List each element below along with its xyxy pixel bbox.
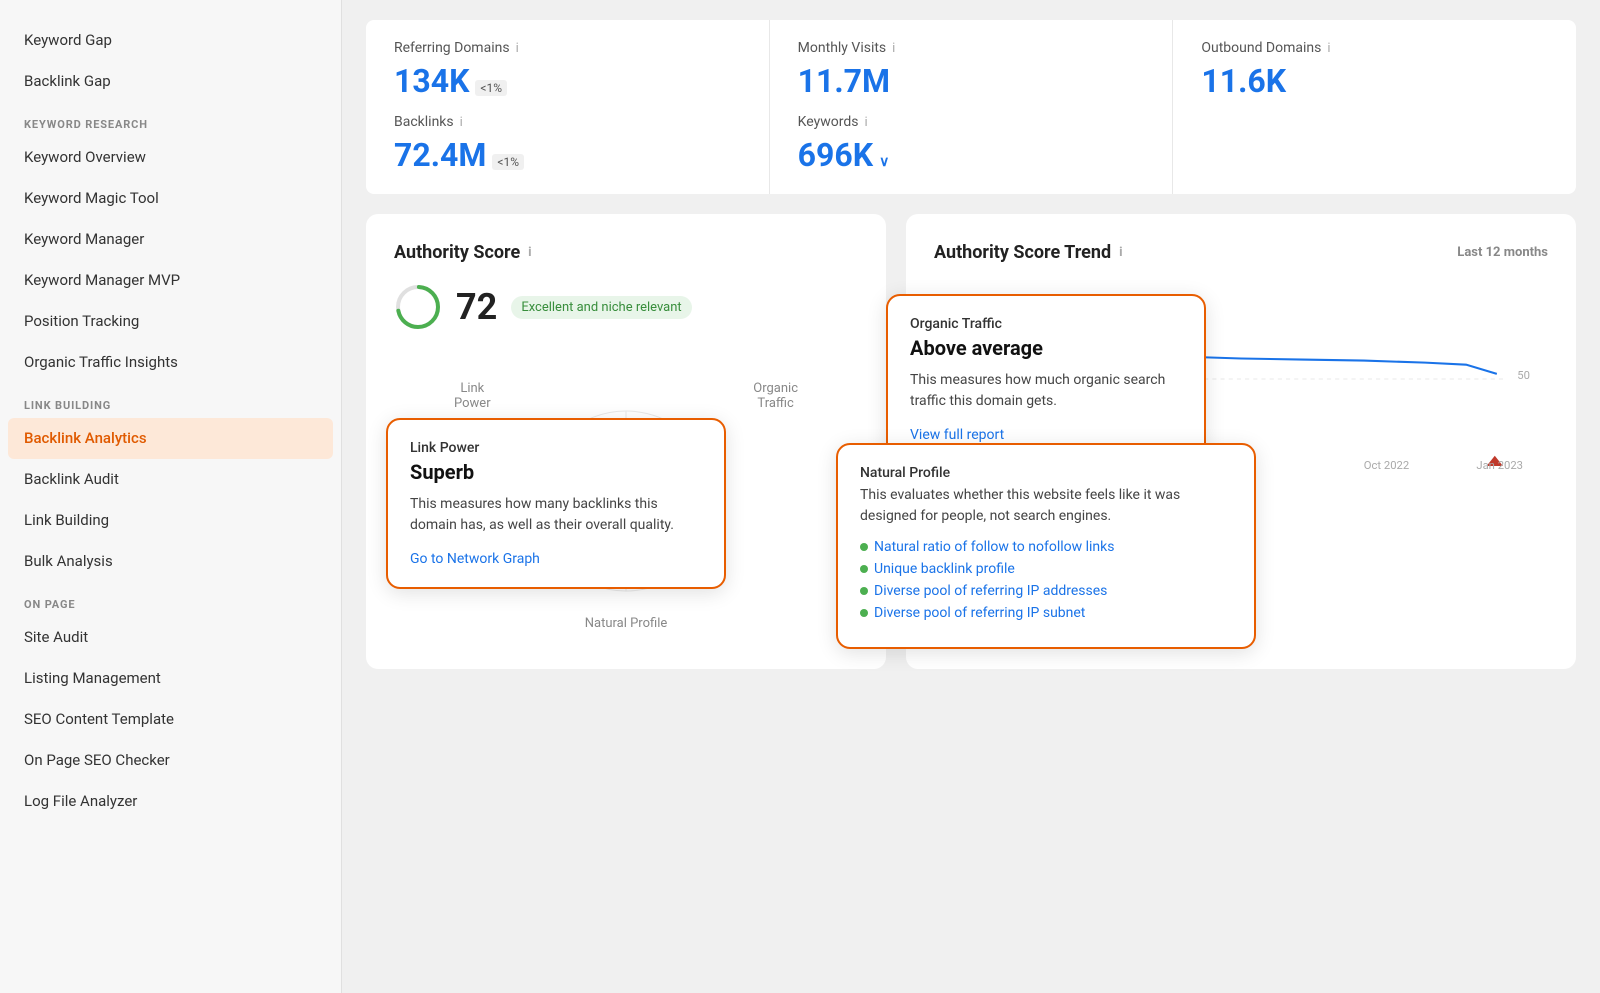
stat-backlinks-value: 72.4M <1% <box>394 136 741 174</box>
referring-domains-badge: <1% <box>475 80 507 96</box>
svg-text:50: 50 <box>1517 369 1530 382</box>
trend-title: Authority Score Trend i Last 12 months <box>934 242 1548 263</box>
natural-list-item-0[interactable]: Natural ratio of follow to nofollow link… <box>860 539 1232 555</box>
radar-label-link-power: LinkPower <box>454 381 491 411</box>
tooltip-link-power-title: Superb <box>410 460 702 484</box>
keywords-chevron[interactable]: ∨ <box>879 154 889 170</box>
tooltip-organic-traffic: Organic Traffic Above average This measu… <box>886 294 1206 465</box>
tooltip-natural-profile: Natural Profile This evaluates whether t… <box>836 443 1256 649</box>
main-content: Referring Domains i 134K <1% Backlinks i… <box>342 0 1600 993</box>
tooltip-link-power: Link Power Superb This measures how many… <box>386 418 726 589</box>
content-row: Authority Score i 72 Excellent and niche… <box>366 214 1576 669</box>
stat-referring-domains-label: Referring Domains i <box>394 40 741 56</box>
sidebar-item-listing[interactable]: Listing Management <box>0 658 341 699</box>
natural-dot-1 <box>860 565 868 573</box>
sidebar-item-organic-traffic-insights[interactable]: Organic Traffic Insights <box>0 342 341 383</box>
radar-label-organic-traffic: OrganicTraffic <box>753 381 798 411</box>
tooltip-link-power-desc: This measures how many backlinks this do… <box>410 494 702 536</box>
sidebar-item-keyword-manager-mvp[interactable]: Keyword Manager MVP <box>0 260 341 301</box>
stat-monthly-visits: Monthly Visits i 11.7M Keywords i 696K ∨ <box>770 20 1174 194</box>
sidebar-item-backlink-analytics[interactable]: Backlink Analytics <box>8 418 333 459</box>
sidebar-item-site-audit[interactable]: Site Audit <box>0 617 341 658</box>
trend-info-icon[interactable]: i <box>1119 245 1122 260</box>
section-label-on-page: ON PAGE <box>0 582 341 617</box>
stat-referring-domains: Referring Domains i 134K <1% Backlinks i… <box>366 20 770 194</box>
sidebar-item-keyword-manager[interactable]: Keyword Manager <box>0 219 341 260</box>
sidebar-section-link-building: LINK BUILDING Backlink Analytics Backlin… <box>0 383 341 582</box>
stat-keywords-label: Keywords i <box>798 114 1145 130</box>
sidebar-section-keyword-research: KEYWORD RESEARCH Keyword Overview Keywor… <box>0 102 341 383</box>
score-badge: Excellent and niche relevant <box>511 296 691 319</box>
score-circle-svg <box>394 283 442 331</box>
tooltip-organic-link[interactable]: View full report <box>910 427 1004 443</box>
section-label-keyword-research: KEYWORD RESEARCH <box>0 102 341 137</box>
natural-list-item-2[interactable]: Diverse pool of referring IP addresses <box>860 583 1232 599</box>
keywords-info-icon[interactable]: i <box>864 115 867 130</box>
tooltip-organic-desc: This measures how much organic search tr… <box>910 370 1182 412</box>
svg-text:Jan 2023: Jan 2023 <box>1476 459 1523 472</box>
backlinks-badge: <1% <box>492 154 524 170</box>
sidebar-item-keyword-overview[interactable]: Keyword Overview <box>0 137 341 178</box>
authority-score-info-icon[interactable]: i <box>528 245 531 260</box>
stat-outbound-domains-value: 11.6K <box>1201 62 1548 100</box>
score-row: 72 Excellent and niche relevant <box>394 283 858 331</box>
tooltip-organic-category: Organic Traffic <box>910 316 1182 332</box>
referring-domains-info-icon[interactable]: i <box>516 41 519 56</box>
stat-outbound-domains: Outbound Domains i 11.6K <box>1173 20 1576 194</box>
tooltip-organic-title: Above average <box>910 336 1182 360</box>
natural-dot-2 <box>860 587 868 595</box>
backlinks-info-icon[interactable]: i <box>460 115 463 130</box>
trend-period: Last 12 months <box>1457 245 1548 260</box>
stat-referring-domains-value: 134K <1% <box>394 62 741 100</box>
tooltip-link-power-link[interactable]: Go to Network Graph <box>410 551 540 567</box>
stat-backlinks-label: Backlinks i <box>394 114 741 130</box>
stats-row: Referring Domains i 134K <1% Backlinks i… <box>366 20 1576 194</box>
natural-dot-3 <box>860 609 868 617</box>
outbound-domains-info-icon[interactable]: i <box>1327 41 1330 56</box>
sidebar-item-backlink-gap[interactable]: Backlink Gap <box>0 61 341 102</box>
sidebar-item-position-tracking[interactable]: Position Tracking <box>0 301 341 342</box>
monthly-visits-info-icon[interactable]: i <box>892 41 895 56</box>
stat-outbound-domains-label: Outbound Domains i <box>1201 40 1548 56</box>
natural-list-item-1[interactable]: Unique backlink profile <box>860 561 1232 577</box>
tooltip-natural-desc: This evaluates whether this website feel… <box>860 485 1232 527</box>
stat-keywords-value: 696K ∨ <box>798 136 1145 174</box>
sidebar-item-bulk-analysis[interactable]: Bulk Analysis <box>0 541 341 582</box>
authority-score-title: Authority Score i <box>394 242 858 263</box>
sidebar-item-backlink-audit[interactable]: Backlink Audit <box>0 459 341 500</box>
tooltip-natural-category: Natural Profile <box>860 465 1232 481</box>
sidebar-item-on-page-seo-checker[interactable]: On Page SEO Checker <box>0 740 341 781</box>
tooltip-natural-list: Natural ratio of follow to nofollow link… <box>860 539 1232 621</box>
sidebar: Keyword Gap Backlink Gap KEYWORD RESEARC… <box>0 0 342 993</box>
stat-monthly-visits-value: 11.7M <box>798 62 1145 100</box>
radar-label-natural-profile: Natural Profile <box>585 616 668 631</box>
svg-text:Oct 2022: Oct 2022 <box>1364 459 1409 472</box>
tooltip-link-power-category: Link Power <box>410 440 702 456</box>
section-label-link-building: LINK BUILDING <box>0 383 341 418</box>
stat-monthly-visits-label: Monthly Visits i <box>798 40 1145 56</box>
sidebar-item-keyword-magic-tool[interactable]: Keyword Magic Tool <box>0 178 341 219</box>
natural-list-item-3[interactable]: Diverse pool of referring IP subnet <box>860 605 1232 621</box>
sidebar-item-log-file-analyzer[interactable]: Log File Analyzer <box>0 781 341 822</box>
score-number: 72 <box>456 286 497 328</box>
sidebar-section: Keyword Gap Backlink Gap <box>0 20 341 102</box>
sidebar-item-link-building[interactable]: Link Building <box>0 500 341 541</box>
sidebar-item-seo-content-template[interactable]: SEO Content Template <box>0 699 341 740</box>
sidebar-section-on-page: ON PAGE Site Audit Listing Management SE… <box>0 582 341 822</box>
natural-dot-0 <box>860 543 868 551</box>
sidebar-item-keyword-gap[interactable]: Keyword Gap <box>0 20 341 61</box>
